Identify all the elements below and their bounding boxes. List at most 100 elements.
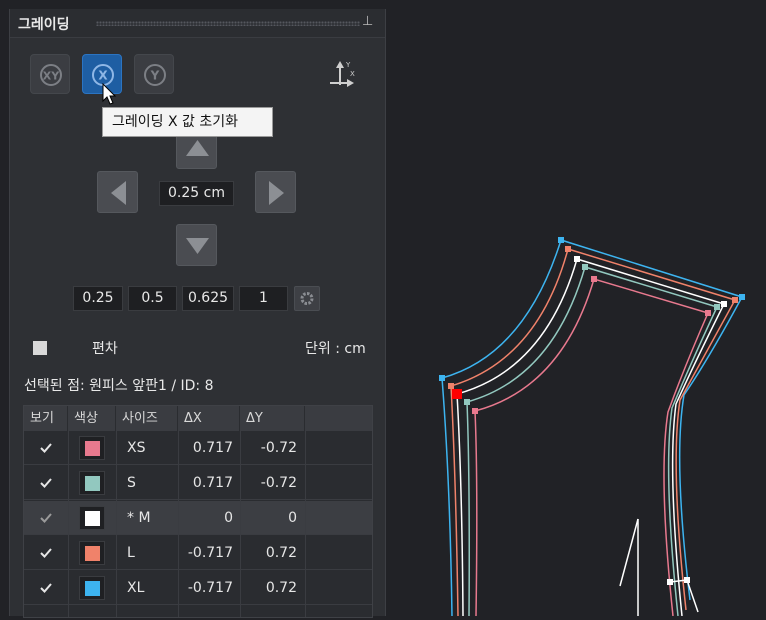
size-cell: L (127, 545, 135, 561)
arrow-left-icon (111, 181, 126, 205)
preset-button[interactable]: 1 (239, 286, 288, 311)
color-swatch[interactable] (79, 436, 105, 460)
drag-grip[interactable] (96, 21, 360, 26)
color-swatch-fill (85, 441, 100, 456)
grading-point[interactable] (714, 304, 720, 310)
column-divider (240, 431, 241, 617)
grading-point[interactable] (732, 297, 738, 303)
dy-cell[interactable]: -0.72 (240, 466, 297, 500)
panel-titlebar[interactable]: 그레이딩 ⊥ (10, 9, 385, 38)
svg-text:X: X (350, 70, 355, 78)
grading-point[interactable] (684, 577, 690, 583)
table-row[interactable]: * M 00 (24, 501, 372, 535)
dy-cell[interactable]: 0.72 (240, 536, 297, 570)
table-row[interactable]: XL -0.717 0.72 (24, 571, 372, 605)
size-cell: XL (127, 580, 145, 596)
arrow-right-icon (269, 181, 284, 205)
preset-settings-button[interactable] (294, 286, 320, 311)
reset-xy-icon: XY (40, 64, 62, 86)
column-header-blank (305, 406, 372, 431)
step-value-display[interactable]: 0.25 cm (159, 181, 234, 206)
visibility-check-icon[interactable] (39, 441, 53, 455)
color-swatch[interactable] (79, 541, 105, 565)
dx-cell[interactable]: 0.717 (178, 431, 233, 465)
svg-text:Y: Y (345, 61, 351, 69)
grading-point[interactable] (464, 399, 470, 405)
pin-icon[interactable]: ⊥ (362, 14, 373, 29)
reset-y-icon: Y (144, 64, 166, 86)
dy-cell[interactable]: 0.72 (240, 571, 297, 605)
gear-icon (300, 292, 314, 305)
color-swatch[interactable] (79, 506, 105, 530)
xs-side-line (474, 410, 478, 617)
dy-cell[interactable]: -0.72 (240, 431, 297, 465)
column-header-dy[interactable]: ΔY (240, 406, 305, 431)
column-header-visible[interactable]: 보기 (24, 406, 68, 431)
preset-button[interactable]: 0.625 (182, 286, 234, 311)
axis-toggle-icon[interactable]: Y X (326, 59, 358, 93)
column-divider (68, 431, 69, 617)
dx-cell[interactable]: -0.717 (178, 536, 233, 570)
visibility-check-icon[interactable] (39, 476, 53, 490)
grading-point[interactable] (565, 246, 571, 252)
dx-cell[interactable]: -0.717 (178, 571, 233, 605)
deviation-label: 편차 (92, 341, 118, 357)
grading-point[interactable] (582, 264, 588, 270)
selected-point-info: 선택된 점: 원피스 앞판1 / ID: 8 (24, 378, 214, 394)
grading-point[interactable] (721, 301, 727, 307)
size-cell: S (127, 475, 136, 491)
svg-text:XY: XY (43, 70, 60, 83)
move-down-button[interactable] (176, 224, 217, 266)
tooltip: 그레이딩 X 값 초기화 (102, 107, 273, 137)
table-row[interactable]: S 0.717 -0.72 (24, 466, 372, 500)
xl-side-line (441, 377, 453, 617)
color-swatch[interactable] (79, 471, 105, 495)
arrow-down-icon (186, 238, 209, 254)
color-swatch[interactable] (79, 576, 105, 600)
dx-cell[interactable]: 0.717 (178, 466, 233, 500)
column-divider (116, 431, 117, 617)
grading-point[interactable] (472, 408, 478, 414)
visibility-check-icon[interactable] (39, 511, 53, 525)
table-row[interactable]: L -0.717 0.72 (24, 536, 372, 570)
unit-label: 단위 : cm (305, 341, 366, 357)
reset-y-button[interactable]: Y (134, 54, 174, 94)
svg-text:X: X (98, 69, 108, 83)
dy-cell[interactable]: 0 (240, 501, 297, 535)
grading-point[interactable] (448, 383, 454, 389)
l-outline (450, 248, 737, 611)
color-swatch-fill (85, 511, 100, 526)
m-outline (456, 258, 726, 617)
column-header-dx[interactable]: ΔX (178, 406, 240, 431)
dx-cell[interactable]: 0 (178, 501, 233, 535)
visibility-check-icon[interactable] (39, 546, 53, 560)
pattern-drawing (439, 237, 745, 617)
dart-line (686, 579, 699, 613)
pattern-canvas[interactable] (390, 0, 766, 617)
grading-point[interactable] (558, 237, 564, 243)
grading-point[interactable] (705, 310, 711, 316)
deviation-checkbox[interactable] (33, 341, 47, 355)
size-cell: * M (127, 510, 151, 526)
preset-button[interactable]: 0.25 (73, 286, 123, 311)
preset-button[interactable]: 0.5 (128, 286, 177, 311)
size-cell: XS (127, 440, 146, 456)
table-row[interactable]: XS 0.717 -0.72 (24, 431, 372, 465)
move-right-button[interactable] (255, 171, 296, 213)
grading-point[interactable] (574, 256, 580, 262)
visibility-check-icon[interactable] (39, 581, 53, 595)
column-header-size[interactable]: 사이즈 (116, 406, 178, 431)
color-swatch-fill (85, 476, 100, 491)
grading-point[interactable] (667, 579, 673, 585)
grading-point[interactable] (439, 375, 445, 381)
column-divider (178, 431, 179, 617)
color-swatch-fill (85, 581, 100, 596)
reset-xy-button[interactable]: XY (30, 54, 70, 94)
grading-point[interactable] (739, 294, 745, 300)
s-side-line (466, 401, 470, 617)
column-header-color[interactable]: 색상 (68, 406, 116, 431)
panel-title: 그레이딩 (18, 17, 70, 33)
grading-point[interactable] (591, 276, 597, 282)
move-left-button[interactable] (97, 171, 138, 213)
selected-point[interactable] (452, 389, 462, 399)
